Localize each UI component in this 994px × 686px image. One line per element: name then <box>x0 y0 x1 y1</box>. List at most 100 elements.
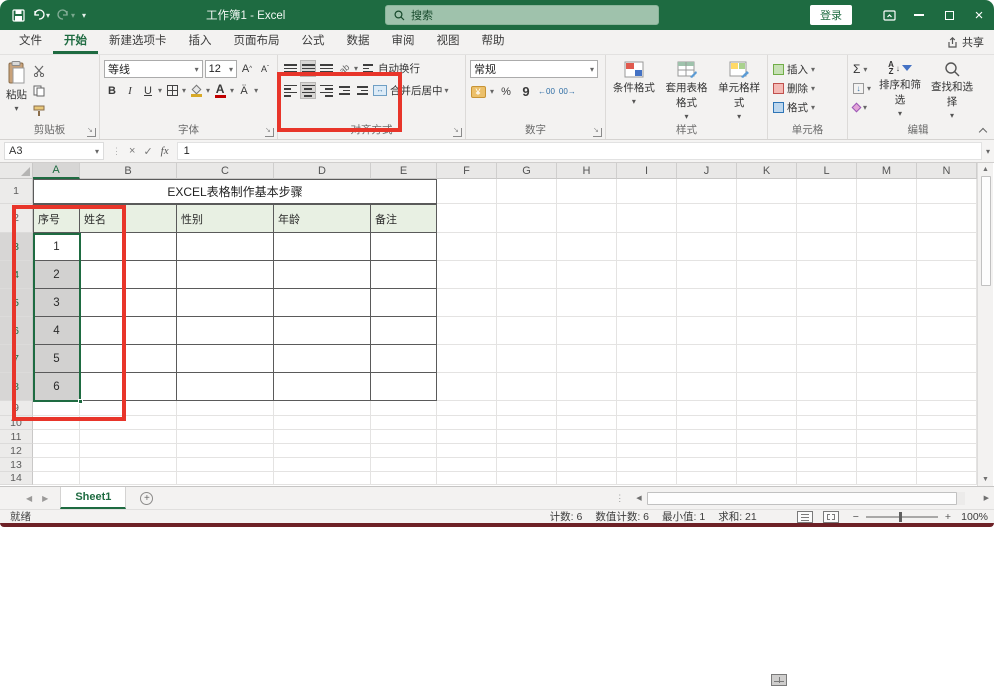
cell-D5[interactable] <box>274 289 371 317</box>
cell-F2[interactable] <box>437 204 497 233</box>
row-header-12[interactable]: 12 <box>0 444 33 458</box>
share-button[interactable]: 共享 <box>947 34 984 50</box>
cell-G11[interactable] <box>497 430 557 444</box>
column-header-I[interactable]: I <box>617 163 677 179</box>
format-cells-button[interactable]: 格式 ▾ <box>770 98 845 116</box>
cell-A14[interactable] <box>33 472 80 485</box>
zoom-out-button[interactable]: − <box>853 511 859 523</box>
row-header-7[interactable]: 7 <box>0 345 33 373</box>
cell-J4[interactable] <box>677 261 737 289</box>
cell-D2[interactable]: 年龄 <box>274 204 371 233</box>
row-header-11[interactable]: 11 <box>0 430 33 444</box>
cell-J1[interactable] <box>677 179 737 204</box>
cell-A5[interactable]: 3 <box>33 289 80 317</box>
cell-N9[interactable] <box>917 401 977 416</box>
accounting-format-dropdown[interactable]: ▾ <box>490 87 494 96</box>
cell-E5[interactable] <box>371 289 437 317</box>
cell-H8[interactable] <box>557 373 617 401</box>
sort-filter-dropdown[interactable]: ▾ <box>898 109 902 118</box>
cell-G8[interactable] <box>497 373 557 401</box>
decrease-indent-button[interactable] <box>336 82 352 99</box>
cut-button[interactable] <box>31 62 47 79</box>
cell-N5[interactable] <box>917 289 977 317</box>
font-size-select[interactable]: 12▾ <box>205 60 237 78</box>
cell-N7[interactable] <box>917 345 977 373</box>
orientation-button[interactable]: ab <box>332 57 355 80</box>
cell-G5[interactable] <box>497 289 557 317</box>
cell-E8[interactable] <box>371 373 437 401</box>
cell-K5[interactable] <box>737 289 797 317</box>
cell-F14[interactable] <box>437 472 497 485</box>
zoom-slider[interactable] <box>866 516 938 518</box>
cell-G2[interactable] <box>497 204 557 233</box>
cell-N8[interactable] <box>917 373 977 401</box>
decrease-font-button[interactable]: Aˇ <box>257 61 273 78</box>
column-header-G[interactable]: G <box>497 163 557 179</box>
cell-K1[interactable] <box>737 179 797 204</box>
cell-G14[interactable] <box>497 472 557 485</box>
cell-J8[interactable] <box>677 373 737 401</box>
cell-L7[interactable] <box>797 345 857 373</box>
increase-font-button[interactable]: A^ <box>239 61 255 78</box>
cell-D8[interactable] <box>274 373 371 401</box>
cell-K14[interactable] <box>737 472 797 485</box>
row-header-8[interactable]: 8 <box>0 373 33 401</box>
cell-B13[interactable] <box>80 458 177 472</box>
cell-I6[interactable] <box>617 317 677 345</box>
cell-styles-dropdown[interactable]: ▾ <box>737 112 741 121</box>
column-header-E[interactable]: E <box>371 163 437 179</box>
scroll-down-icon[interactable]: ▼ <box>982 473 989 486</box>
cancel-entry-button[interactable]: × <box>129 145 135 157</box>
alignment-dialog-launcher[interactable]: ↘ <box>453 128 462 137</box>
format-as-table-button[interactable]: 套用表格格式 ▾ <box>660 59 714 123</box>
cell-J11[interactable] <box>677 430 737 444</box>
cell-B2[interactable]: 姓名 <box>80 204 177 233</box>
cell-D14[interactable] <box>274 472 371 485</box>
cell-J10[interactable] <box>677 416 737 430</box>
cell-D3[interactable] <box>274 233 371 261</box>
cell-C14[interactable] <box>177 472 274 485</box>
cell-D13[interactable] <box>274 458 371 472</box>
cell-C13[interactable] <box>177 458 274 472</box>
cell-M8[interactable] <box>857 373 917 401</box>
hscroll-right-icon[interactable]: ▶ <box>979 494 994 502</box>
cell-D4[interactable] <box>274 261 371 289</box>
cell-H9[interactable] <box>557 401 617 416</box>
cell-D10[interactable] <box>274 416 371 430</box>
cell-F6[interactable] <box>437 317 497 345</box>
delete-cells-button[interactable]: 删除 ▾ <box>770 79 845 97</box>
cell-G7[interactable] <box>497 345 557 373</box>
cell-L8[interactable] <box>797 373 857 401</box>
tab-formulas[interactable]: 公式 <box>291 28 336 54</box>
undo-button[interactable]: ▾ <box>32 9 50 21</box>
fill-handle[interactable] <box>78 399 83 404</box>
redo-button[interactable]: ▾ <box>57 9 75 21</box>
cell-A12[interactable] <box>33 444 80 458</box>
cell-E7[interactable] <box>371 345 437 373</box>
cell-N1[interactable] <box>917 179 977 204</box>
cell-L14[interactable] <box>797 472 857 485</box>
cell-J6[interactable] <box>677 317 737 345</box>
borders-dropdown[interactable]: ▾ <box>182 86 186 95</box>
cell-G9[interactable] <box>497 401 557 416</box>
number-format-select[interactable]: 常规▾ <box>470 60 598 78</box>
cell-C3[interactable] <box>177 233 274 261</box>
merge-center-dropdown[interactable]: ▾ <box>445 86 449 95</box>
cell-F1[interactable] <box>437 179 497 204</box>
cell-J5[interactable] <box>677 289 737 317</box>
cell-title-A1[interactable]: EXCEL表格制作基本步骤 <box>33 179 437 204</box>
align-left-button[interactable] <box>282 82 298 99</box>
tab-data[interactable]: 数据 <box>336 28 381 54</box>
column-header-C[interactable]: C <box>177 163 274 179</box>
cell-F10[interactable] <box>437 416 497 430</box>
cell-M14[interactable] <box>857 472 917 485</box>
cell-L6[interactable] <box>797 317 857 345</box>
sort-filter-button[interactable]: AZ↓ 排序和筛选 ▾ <box>874 59 926 123</box>
cell-B12[interactable] <box>80 444 177 458</box>
cell-E9[interactable] <box>371 401 437 416</box>
cell-B5[interactable] <box>80 289 177 317</box>
cell-E10[interactable] <box>371 416 437 430</box>
cell-A3[interactable]: 1 <box>33 233 80 261</box>
row-header-4[interactable]: 4 <box>0 261 33 289</box>
cell-G1[interactable] <box>497 179 557 204</box>
